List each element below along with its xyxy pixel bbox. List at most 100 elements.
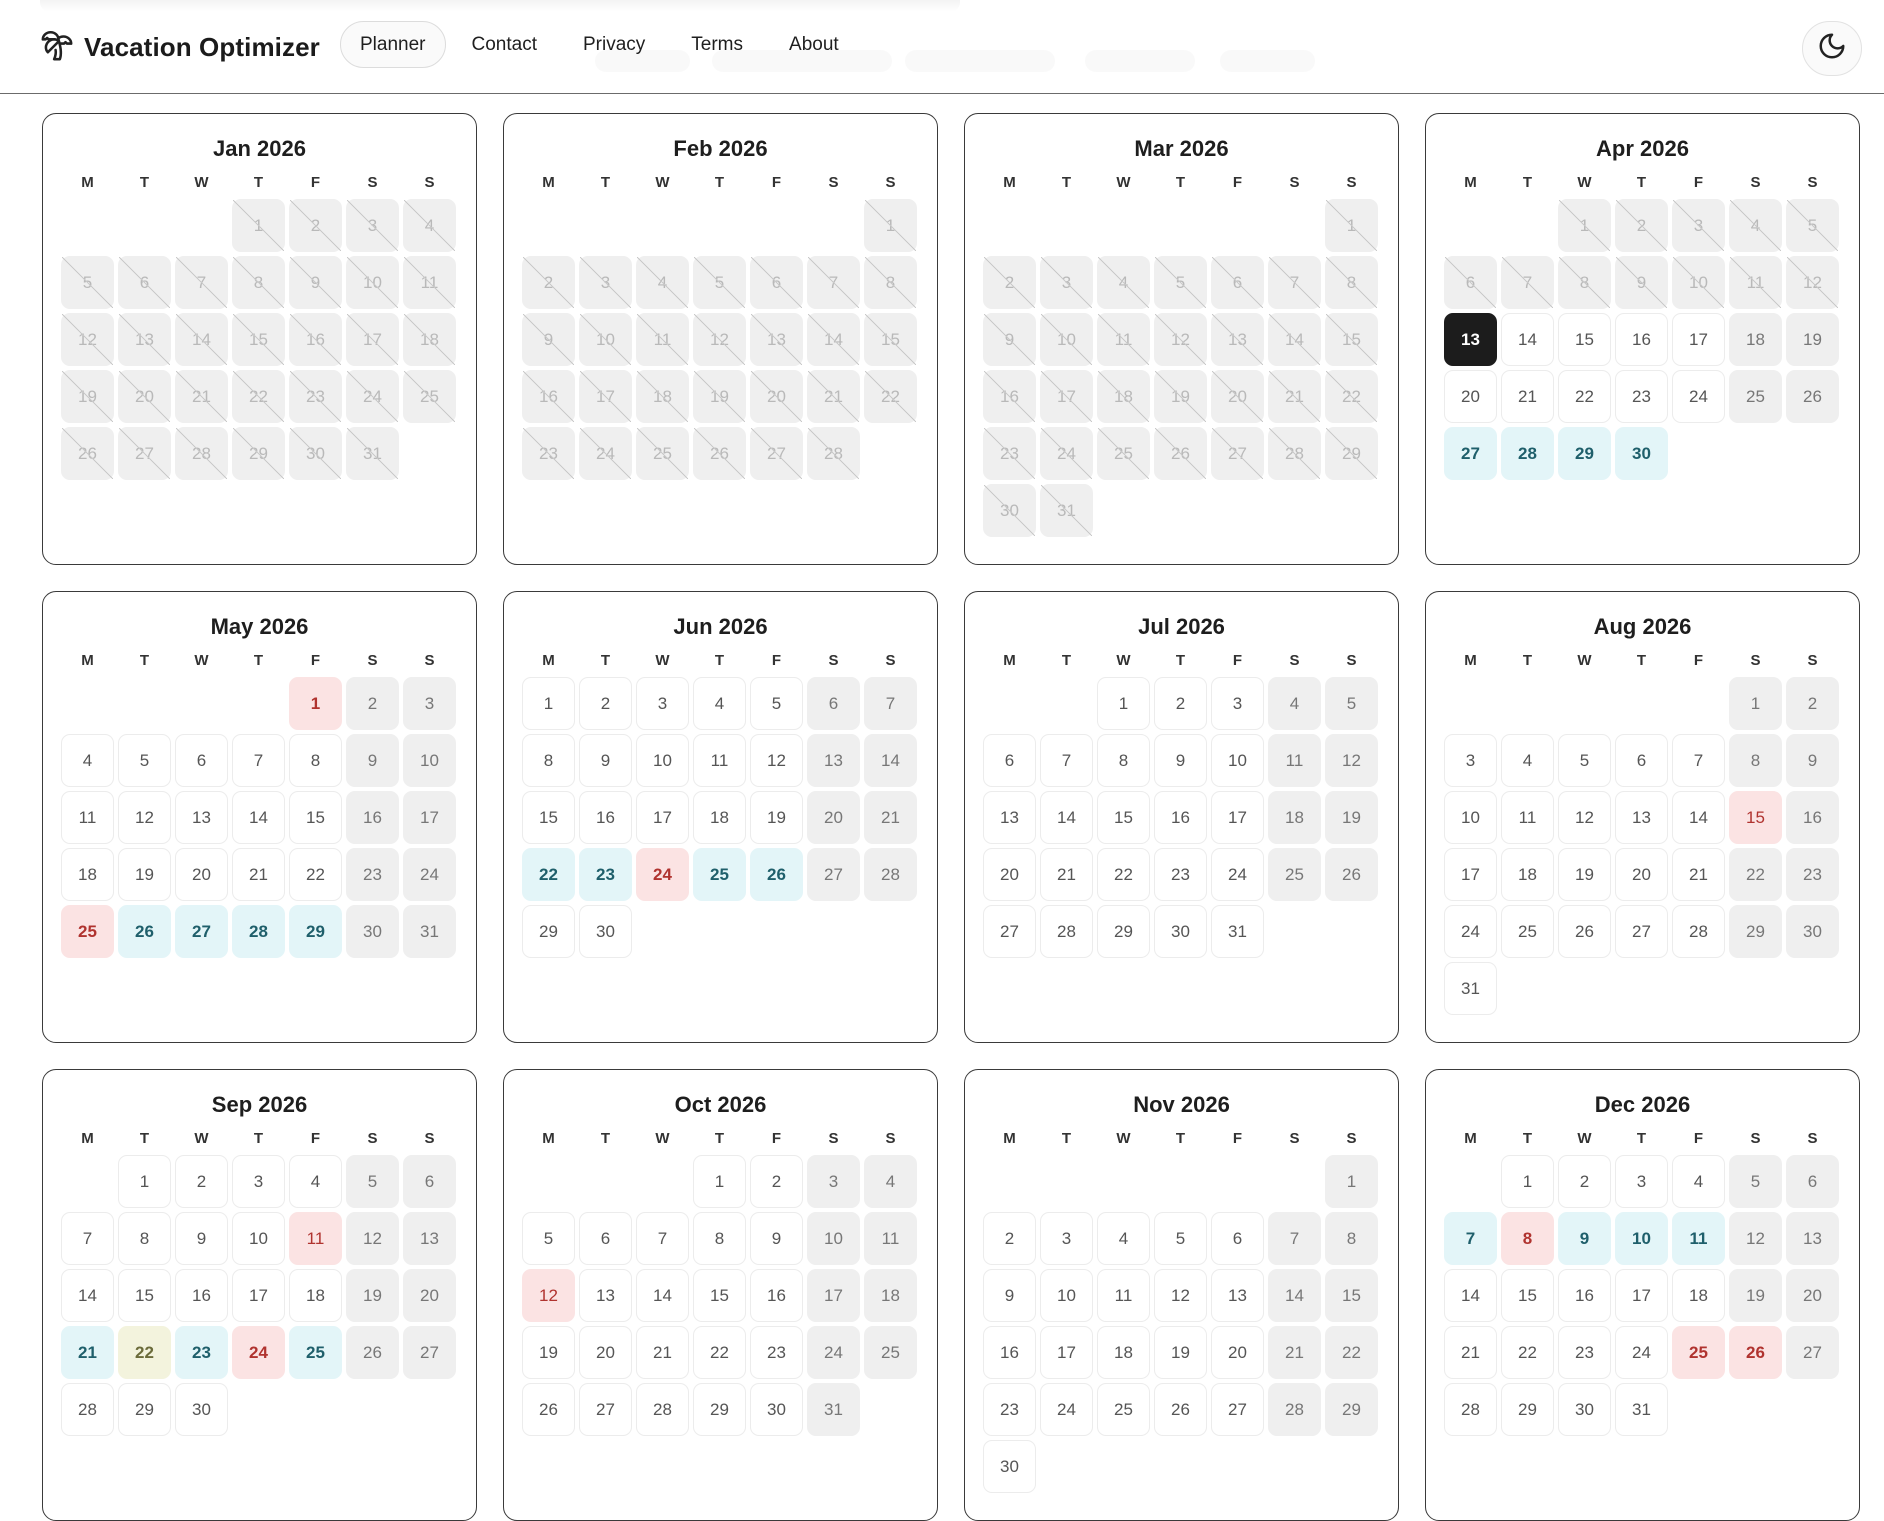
day-cell-holiday[interactable]: 26 <box>1729 1326 1782 1379</box>
day-cell[interactable]: 4 <box>1672 1155 1725 1208</box>
day-cell-weekend[interactable]: 14 <box>1268 1269 1321 1322</box>
day-cell[interactable]: 9 <box>750 1212 803 1265</box>
day-cell[interactable]: 9 <box>579 734 632 787</box>
day-cell-weekend[interactable]: 16 <box>1786 791 1839 844</box>
day-cell[interactable]: 17 <box>636 791 689 844</box>
day-cell[interactable]: 19 <box>118 848 171 901</box>
day-cell[interactable]: 16 <box>1558 1269 1611 1322</box>
day-cell[interactable]: 14 <box>636 1269 689 1322</box>
day-cell[interactable]: 5 <box>118 734 171 787</box>
day-cell[interactable]: 4 <box>1097 1212 1150 1265</box>
day-cell[interactable]: 24 <box>1444 905 1497 958</box>
day-cell-weekend[interactable]: 24 <box>403 848 456 901</box>
day-cell[interactable]: 24 <box>1672 370 1725 423</box>
day-cell[interactable]: 5 <box>750 677 803 730</box>
day-cell[interactable]: 14 <box>232 791 285 844</box>
day-cell[interactable]: 16 <box>750 1269 803 1322</box>
theme-toggle-button[interactable] <box>1802 21 1862 76</box>
day-cell[interactable]: 4 <box>61 734 114 787</box>
day-cell[interactable]: 15 <box>693 1269 746 1322</box>
day-cell[interactable]: 12 <box>118 791 171 844</box>
day-cell[interactable]: 26 <box>1558 905 1611 958</box>
day-cell-weekend[interactable]: 4 <box>864 1155 917 1208</box>
day-cell[interactable]: 9 <box>1154 734 1207 787</box>
day-cell[interactable]: 15 <box>1501 1269 1554 1322</box>
day-cell-holiday[interactable]: 15 <box>1729 791 1782 844</box>
day-cell-weekend[interactable]: 5 <box>1729 1155 1782 1208</box>
day-cell[interactable]: 27 <box>579 1383 632 1436</box>
day-cell-weekend[interactable]: 4 <box>1268 677 1321 730</box>
day-cell-vacation[interactable]: 29 <box>289 905 342 958</box>
day-cell-weekend[interactable]: 19 <box>346 1269 399 1322</box>
day-cell[interactable]: 13 <box>1615 791 1668 844</box>
day-cell[interactable]: 21 <box>636 1326 689 1379</box>
day-cell[interactable]: 21 <box>1672 848 1725 901</box>
app-logo[interactable]: Vacation Optimizer <box>40 28 320 67</box>
day-cell[interactable]: 30 <box>579 905 632 958</box>
day-cell[interactable]: 22 <box>289 848 342 901</box>
day-cell[interactable]: 13 <box>175 791 228 844</box>
day-cell[interactable]: 19 <box>1154 1326 1207 1379</box>
day-cell-weekend[interactable]: 30 <box>1786 905 1839 958</box>
day-cell[interactable]: 17 <box>1040 1326 1093 1379</box>
day-cell[interactable]: 13 <box>1211 1269 1264 1322</box>
day-cell-holiday[interactable]: 8 <box>1501 1212 1554 1265</box>
day-cell[interactable]: 31 <box>1211 905 1264 958</box>
day-cell-weekend[interactable]: 1 <box>1325 1155 1378 1208</box>
day-cell-weekend[interactable]: 19 <box>1729 1269 1782 1322</box>
day-cell[interactable]: 29 <box>118 1383 171 1436</box>
day-cell[interactable]: 28 <box>636 1383 689 1436</box>
day-cell[interactable]: 23 <box>1154 848 1207 901</box>
day-cell-vacation[interactable]: 29 <box>1558 427 1611 480</box>
nav-contact[interactable]: Contact <box>452 21 557 68</box>
nav-planner[interactable]: Planner <box>340 21 446 68</box>
day-cell[interactable]: 20 <box>1444 370 1497 423</box>
day-cell-weekend[interactable]: 27 <box>1786 1326 1839 1379</box>
day-cell[interactable]: 2 <box>1558 1155 1611 1208</box>
day-cell-holiday[interactable]: 25 <box>61 905 114 958</box>
day-cell[interactable]: 18 <box>1672 1269 1725 1322</box>
day-cell[interactable]: 1 <box>1501 1155 1554 1208</box>
day-cell[interactable]: 1 <box>693 1155 746 1208</box>
day-cell-vacation[interactable]: 21 <box>61 1326 114 1379</box>
day-cell[interactable]: 7 <box>1040 734 1093 787</box>
day-cell-weekend[interactable]: 12 <box>1325 734 1378 787</box>
day-cell-vacation[interactable]: 25 <box>693 848 746 901</box>
day-cell[interactable]: 29 <box>522 905 575 958</box>
day-cell[interactable]: 29 <box>1501 1383 1554 1436</box>
day-cell-weekend[interactable]: 17 <box>807 1269 860 1322</box>
day-cell-vacation[interactable]: 7 <box>1444 1212 1497 1265</box>
day-cell[interactable]: 2 <box>983 1212 1036 1265</box>
day-cell-weekend[interactable]: 22 <box>1325 1326 1378 1379</box>
day-cell[interactable]: 30 <box>175 1383 228 1436</box>
day-cell-weekend[interactable]: 6 <box>403 1155 456 1208</box>
day-cell[interactable]: 27 <box>1211 1383 1264 1436</box>
day-cell[interactable]: 19 <box>1558 848 1611 901</box>
day-cell[interactable]: 21 <box>1040 848 1093 901</box>
day-cell[interactable]: 7 <box>61 1212 114 1265</box>
day-cell-weekend[interactable]: 17 <box>403 791 456 844</box>
day-cell-weekend[interactable]: 31 <box>403 905 456 958</box>
day-cell[interactable]: 24 <box>1211 848 1264 901</box>
day-cell-weekend[interactable]: 6 <box>1786 1155 1839 1208</box>
day-cell[interactable]: 5 <box>522 1212 575 1265</box>
day-cell-weekend[interactable]: 20 <box>1786 1269 1839 1322</box>
day-cell-holiday[interactable]: 24 <box>232 1326 285 1379</box>
day-cell[interactable]: 14 <box>1501 313 1554 366</box>
day-cell[interactable]: 3 <box>1040 1212 1093 1265</box>
day-cell[interactable]: 16 <box>1615 313 1668 366</box>
day-cell[interactable]: 15 <box>1097 791 1150 844</box>
day-cell[interactable]: 28 <box>1444 1383 1497 1436</box>
day-cell-weekend[interactable]: 26 <box>1325 848 1378 901</box>
day-cell[interactable]: 19 <box>750 791 803 844</box>
day-cell-weekend[interactable]: 29 <box>1325 1383 1378 1436</box>
day-cell-weekend[interactable]: 27 <box>807 848 860 901</box>
day-cell[interactable]: 4 <box>693 677 746 730</box>
day-cell[interactable]: 17 <box>1672 313 1725 366</box>
day-cell[interactable]: 20 <box>579 1326 632 1379</box>
day-cell[interactable]: 13 <box>579 1269 632 1322</box>
day-cell[interactable]: 17 <box>1615 1269 1668 1322</box>
day-cell-vacation[interactable]: 23 <box>175 1326 228 1379</box>
day-cell[interactable]: 3 <box>232 1155 285 1208</box>
day-cell[interactable]: 13 <box>983 791 1036 844</box>
